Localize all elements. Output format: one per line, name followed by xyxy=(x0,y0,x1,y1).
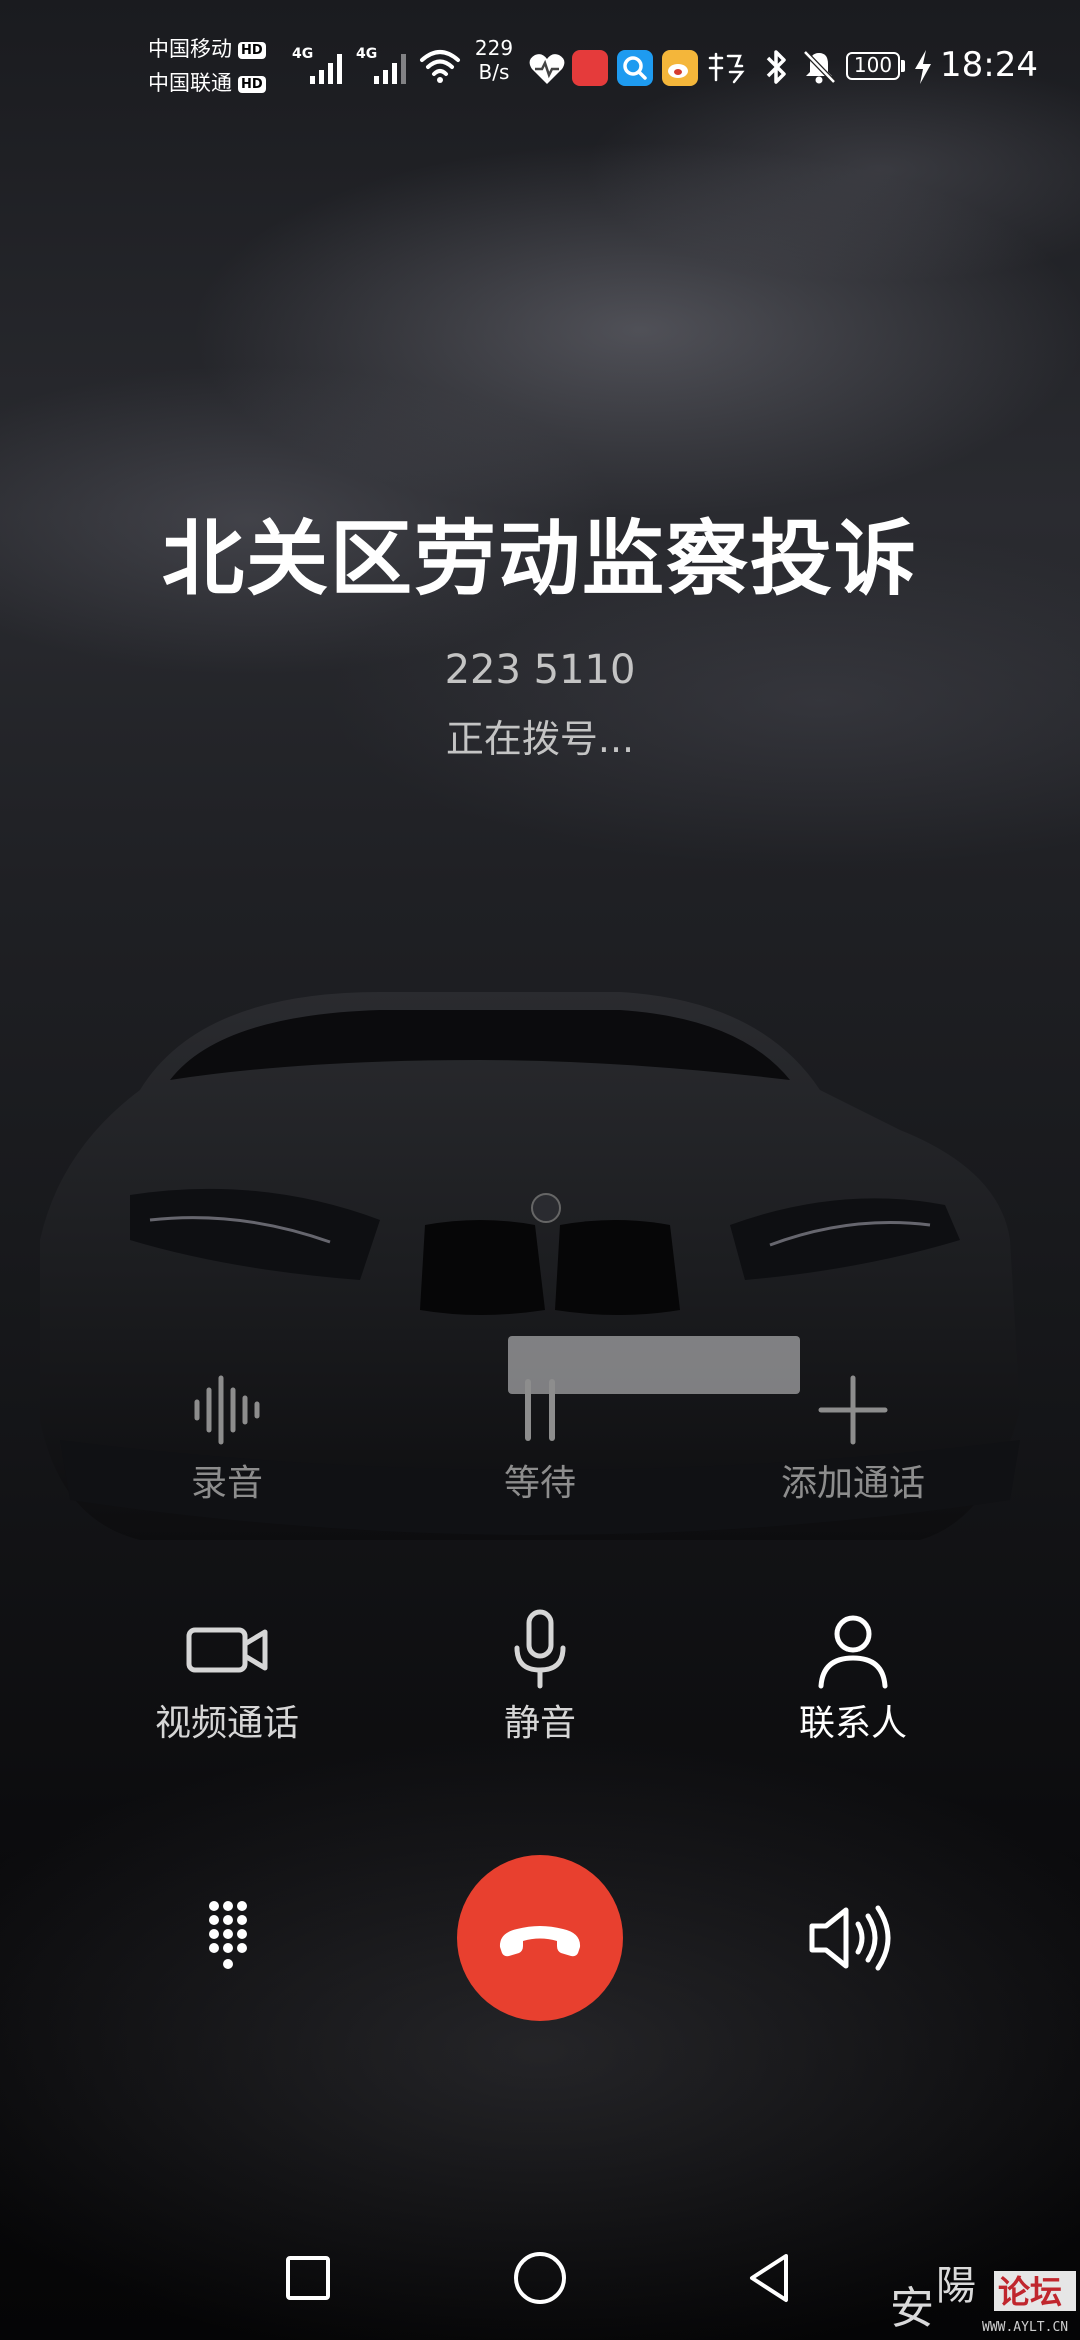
record-waveform-icon xyxy=(194,1375,260,1445)
svg-text:陽: 陽 xyxy=(936,2263,976,2309)
dialpad-icon[interactable] xyxy=(168,1878,288,1998)
end-call-icon xyxy=(499,1926,581,1957)
end-call-button[interactable] xyxy=(457,1855,623,2021)
add-call-label: 添加通话 xyxy=(780,1463,925,1504)
hold-label: 等待 xyxy=(503,1463,576,1504)
charging-bolt-icon xyxy=(915,50,931,84)
add-call-button[interactable]: 添加通话 xyxy=(733,1360,973,1520)
call-status: 正在拨号... xyxy=(445,717,635,761)
caller-number: 223 5110 xyxy=(444,647,636,693)
plus-icon xyxy=(818,1375,888,1445)
record-label: 录音 xyxy=(190,1463,263,1504)
video-call-label: 视频通话 xyxy=(154,1703,299,1744)
signal-strength-1-icon xyxy=(310,54,342,84)
in-call-screen: 中国移动 HD 中国联通 HD 4G 4G 229 B/s 100 18:24 … xyxy=(0,0,1080,2340)
heart-health-icon xyxy=(529,54,565,84)
carrier-1: 中国移动 HD xyxy=(148,36,266,62)
hd-badge-1: HD xyxy=(238,42,266,59)
mute-label: 静音 xyxy=(503,1703,576,1744)
hold-button[interactable]: 等待 xyxy=(420,1360,660,1520)
network-speed-unit: B/s xyxy=(478,60,510,84)
carrier-2: 中国联通 HD xyxy=(148,70,266,96)
weibo-icon xyxy=(662,50,698,86)
do-not-disturb-bell-icon xyxy=(803,50,836,84)
record-button[interactable]: 录音 xyxy=(107,1360,347,1520)
microphone-icon xyxy=(514,1609,566,1689)
svg-text:论坛: 论坛 xyxy=(998,2273,1062,2311)
wifi-icon xyxy=(420,50,460,83)
network-speed-value: 229 xyxy=(474,36,514,60)
video-camera-icon xyxy=(186,1627,268,1673)
carrier-1-label: 中国移动 xyxy=(148,37,232,61)
hd-badge-2: HD xyxy=(238,76,266,93)
mute-button[interactable]: 静音 xyxy=(420,1600,660,1760)
contacts-button[interactable]: 联系人 xyxy=(733,1600,973,1760)
huawei-store-icon xyxy=(572,50,608,86)
pause-icon xyxy=(525,1379,555,1441)
battery-level: 100 xyxy=(846,52,900,80)
contacts-label: 联系人 xyxy=(798,1703,907,1744)
svg-text:安: 安 xyxy=(890,2283,934,2334)
recent-apps-button[interactable] xyxy=(268,2238,348,2318)
bluetooth-icon xyxy=(766,50,786,84)
caller-name: 北关区劳动监察投诉 xyxy=(161,512,918,607)
battery-tip xyxy=(901,60,905,72)
speaker-icon[interactable] xyxy=(792,1878,912,1998)
network-speed: 229 B/s xyxy=(470,36,518,84)
xuexi-app-icon xyxy=(708,52,745,84)
forum-watermark: 安 陽 论坛 WWW.AYLT.CN xyxy=(890,2255,1080,2340)
signal-strength-2-icon xyxy=(374,54,406,84)
svg-text:WWW.AYLT.CN: WWW.AYLT.CN xyxy=(982,2320,1068,2335)
video-call-button[interactable]: 视频通话 xyxy=(107,1600,347,1760)
search-app-icon xyxy=(617,50,653,86)
status-time: 18:24 xyxy=(940,45,1038,85)
person-icon xyxy=(818,1615,888,1689)
watermark-logo: 安 陽 论坛 WWW.AYLT.CN xyxy=(890,2263,1076,2335)
carrier-2-label: 中国联通 xyxy=(148,71,232,95)
home-button[interactable] xyxy=(500,2238,580,2318)
back-button[interactable] xyxy=(730,2238,810,2318)
